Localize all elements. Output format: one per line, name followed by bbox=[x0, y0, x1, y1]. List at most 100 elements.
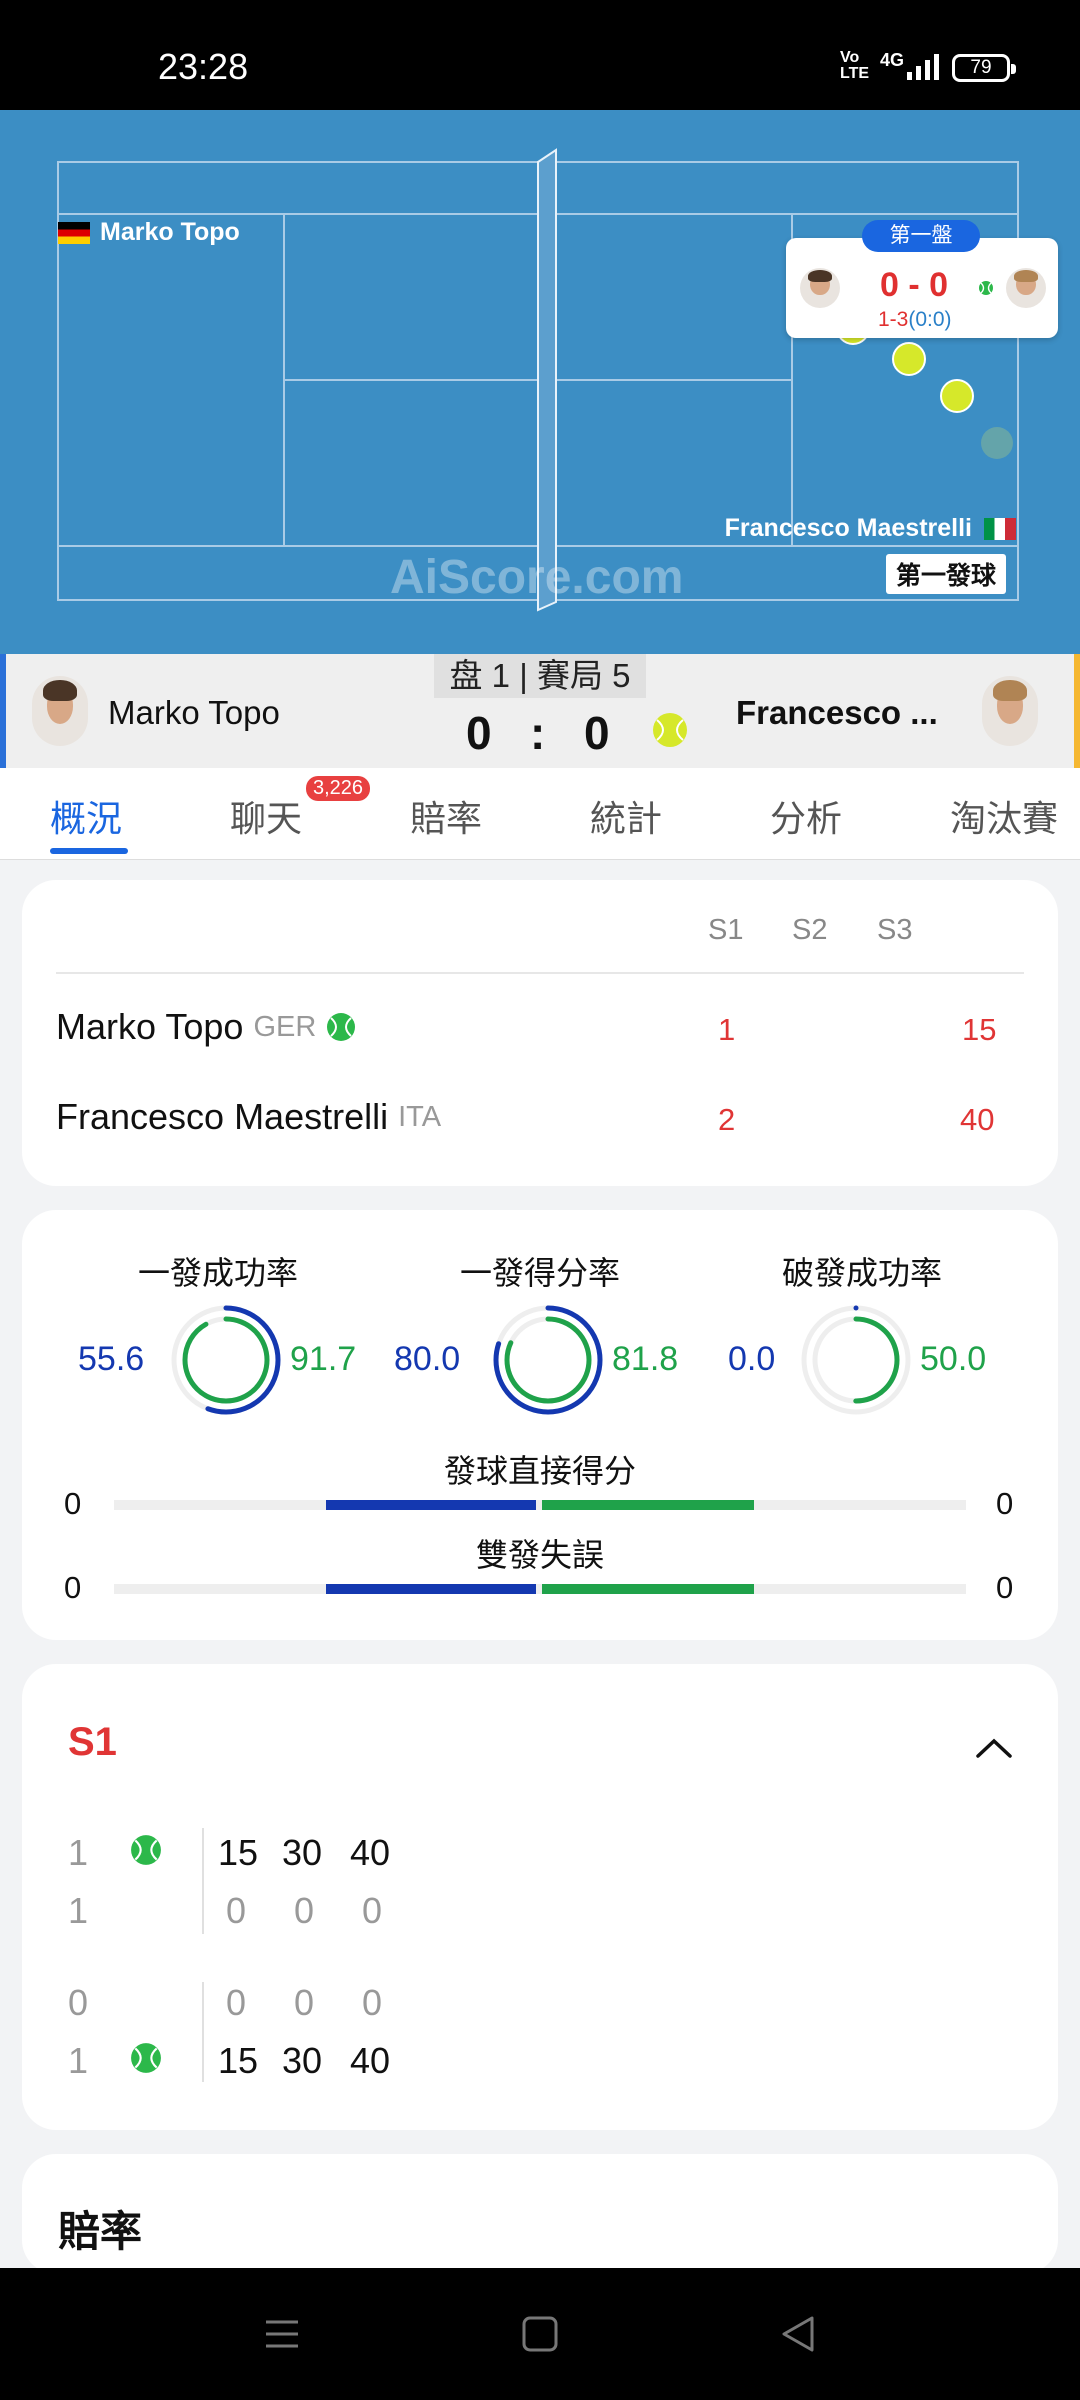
stat2-left: 80.0 bbox=[394, 1340, 461, 1378]
player1-name[interactable]: Marko Topo bbox=[108, 694, 280, 732]
set-detail-card: S1 1 15 30 40 1 0 0 0 0 0 0 0 1 15 30 40 bbox=[22, 1664, 1058, 2130]
df-bar-track bbox=[114, 1584, 966, 1594]
back-icon[interactable] bbox=[778, 2314, 818, 2354]
tab-chat[interactable]: 聊天 bbox=[230, 790, 302, 842]
court-player2-name: Francesco Maestrelli bbox=[724, 514, 972, 542]
stat1-right: 91.7 bbox=[290, 1340, 357, 1378]
df-right: 0 bbox=[996, 1570, 1014, 1605]
row2-current: 40 bbox=[960, 1102, 995, 1137]
court-player1: Marko Topo bbox=[58, 218, 240, 247]
set-pill: 第一盤 bbox=[862, 220, 980, 252]
score-away: 0 bbox=[584, 707, 610, 759]
player1-avatar[interactable] bbox=[32, 676, 88, 746]
mini-scoreboard[interactable]: 第一盤 0 - 0 1-3(0:0) bbox=[786, 220, 1058, 338]
game-count: 1 bbox=[68, 1832, 89, 1873]
aces-bar-right bbox=[542, 1500, 754, 1510]
tab-stats[interactable]: 統計 bbox=[590, 790, 662, 842]
aces-left: 0 bbox=[64, 1486, 82, 1521]
point-score: 30 bbox=[282, 2040, 323, 2081]
network-type: 4G bbox=[880, 50, 905, 70]
game-count: 0 bbox=[68, 1982, 89, 2023]
divider bbox=[202, 1982, 204, 2082]
table-row-player2: Francesco Maestrelli ITA bbox=[56, 1096, 441, 1138]
aces-bar-track bbox=[114, 1500, 966, 1510]
bar-title-aces: 發球直接得分 bbox=[443, 1453, 636, 1489]
score-separator: : bbox=[530, 707, 546, 759]
volte-indicator: Vo LTE bbox=[840, 49, 870, 82]
clock: 23:28 bbox=[158, 46, 249, 87]
score-home: 0 bbox=[466, 707, 492, 759]
italy-flag-icon bbox=[984, 517, 1016, 540]
player2-avatar bbox=[1006, 268, 1046, 308]
row-nationality: ITA bbox=[398, 1100, 442, 1133]
point-score: 30 bbox=[282, 1832, 323, 1873]
germany-flag-icon bbox=[58, 221, 90, 244]
chevron-up-icon[interactable] bbox=[974, 1736, 1014, 1760]
tab-odds[interactable]: 賠率 bbox=[410, 790, 482, 842]
tennis-ball-icon bbox=[979, 281, 993, 295]
point-score: 15 bbox=[218, 1832, 259, 1873]
aces-right: 0 bbox=[996, 1486, 1014, 1521]
set-game-info: 盘 1 | 賽局 5 bbox=[434, 654, 646, 698]
df-left: 0 bbox=[64, 1570, 82, 1605]
point-score: 0 bbox=[362, 1982, 383, 2023]
stat-title-break-points: 破發成功率 bbox=[781, 1255, 942, 1291]
point-score: 0 bbox=[362, 1890, 383, 1931]
mini-games: 1-3(0:0) bbox=[878, 308, 952, 332]
court-player2: Francesco Maestrelli bbox=[725, 514, 1016, 543]
player2-name[interactable]: Francesco ... bbox=[736, 694, 938, 732]
divider bbox=[202, 1828, 204, 1934]
away-color-bar bbox=[1074, 654, 1080, 768]
battery-icon: 79 bbox=[952, 54, 1016, 82]
game-count: 1 bbox=[68, 2040, 89, 2081]
ring-chart-1 bbox=[171, 1305, 281, 1415]
point-score: 0 bbox=[226, 1890, 247, 1931]
serving-ball-icon bbox=[653, 713, 687, 747]
watermark: AiScore.com bbox=[390, 551, 684, 604]
mini-score-value: 0 - 0 bbox=[880, 266, 949, 304]
header-s1: S1 bbox=[708, 914, 744, 946]
point-score: 40 bbox=[350, 1832, 391, 1873]
game-count: 1 bbox=[68, 1890, 89, 1931]
point-score: 40 bbox=[350, 2040, 391, 2081]
serve-status-tag: 第一發球 bbox=[886, 554, 1007, 594]
player2-avatar[interactable] bbox=[982, 676, 1038, 746]
signal-icon bbox=[907, 54, 939, 80]
tab-knockout[interactable]: 淘汰賽 bbox=[950, 790, 1058, 842]
home-color-bar bbox=[0, 654, 6, 768]
odds-section: 賠率 bbox=[22, 2154, 1058, 2274]
mini-games-value: 1-3 bbox=[878, 308, 909, 331]
point-score: 15 bbox=[218, 2040, 259, 2081]
home-icon[interactable] bbox=[520, 2314, 560, 2354]
ring-inner-arc bbox=[182, 1316, 270, 1404]
tab-bar: 概況 聊天 3,226 賠率 統計 分析 淘汰賽 bbox=[0, 768, 1080, 860]
row-player-name: Francesco Maestrelli bbox=[56, 1096, 389, 1137]
match-header: Marko Topo 盘 1 | 賽局 5 0 : 0 Francesco ..… bbox=[0, 654, 1080, 768]
tab-overview[interactable]: 概況 bbox=[50, 790, 122, 842]
header-s3: S3 bbox=[877, 914, 913, 946]
point-score: 0 bbox=[226, 1982, 247, 2023]
row2-s1: 2 bbox=[718, 1102, 736, 1137]
stat3-left: 0.0 bbox=[728, 1340, 776, 1378]
odds-title: 賠率 bbox=[58, 2208, 143, 2255]
tab-analysis[interactable]: 分析 bbox=[770, 790, 842, 842]
aces-bar-left bbox=[326, 1500, 536, 1510]
row-player-name: Marko Topo bbox=[56, 1006, 244, 1047]
chat-count-badge: 3,226 bbox=[306, 776, 371, 801]
tennis-ball-icon bbox=[131, 2043, 161, 2073]
stat1-left: 55.6 bbox=[78, 1340, 145, 1378]
menu-icon[interactable] bbox=[262, 2314, 302, 2354]
ring-chart-3 bbox=[801, 1305, 911, 1415]
player1-avatar bbox=[800, 268, 840, 308]
set-score-table: S1 S2 S3 Marko Topo GER 1 15 Francesco M… bbox=[22, 880, 1058, 1186]
active-tab-indicator bbox=[50, 848, 128, 854]
point-score: 0 bbox=[294, 1982, 315, 2023]
stat3-right: 50.0 bbox=[920, 1340, 987, 1378]
stat-title-first-serve: 一發成功率 bbox=[137, 1255, 298, 1291]
mini-tiebreak: (0:0) bbox=[908, 308, 952, 331]
ring-outer-arc-track bbox=[801, 1305, 911, 1415]
df-bar-left bbox=[326, 1584, 536, 1594]
bar-title-double-faults: 雙發失誤 bbox=[475, 1537, 604, 1573]
court-player1-name: Marko Topo bbox=[100, 218, 240, 246]
df-bar-right bbox=[542, 1584, 754, 1594]
